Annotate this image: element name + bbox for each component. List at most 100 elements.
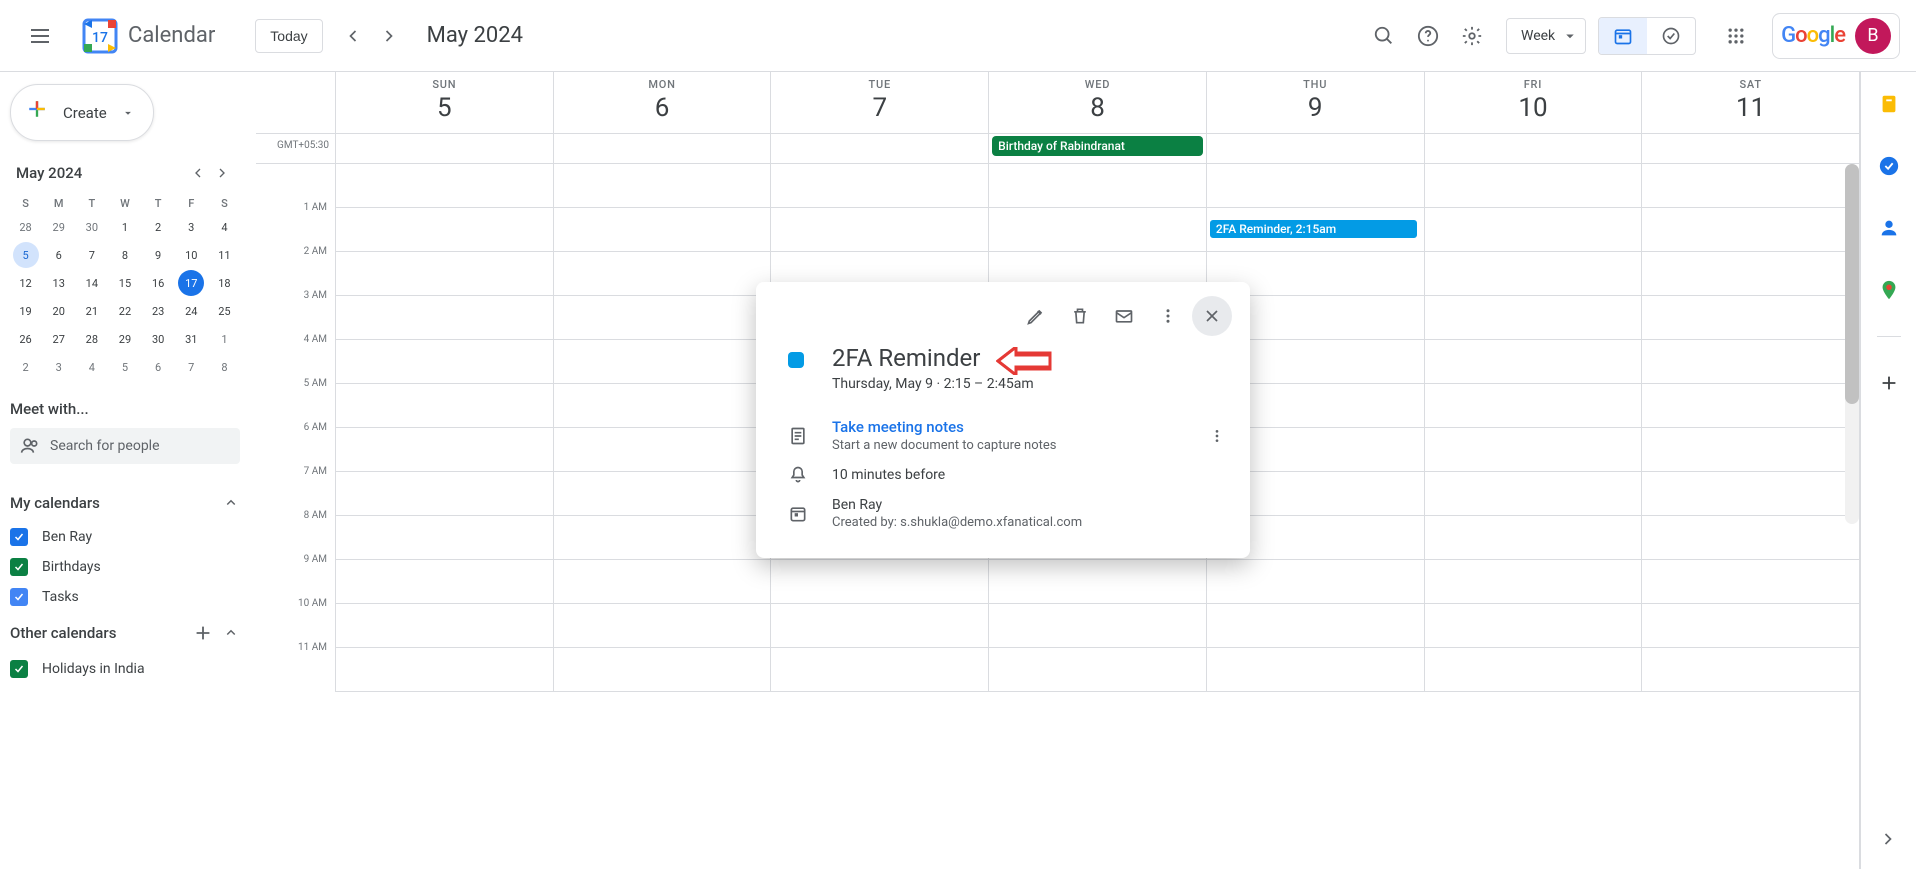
next-week-button[interactable]: [371, 18, 407, 54]
mini-cal-day[interactable]: 4: [211, 214, 237, 240]
mini-cal-day[interactable]: 6: [145, 354, 171, 380]
calendar-checkbox[interactable]: [10, 588, 28, 606]
add-addon-button[interactable]: [1869, 363, 1909, 403]
mini-cal-day[interactable]: 21: [79, 298, 105, 324]
mini-cal-day[interactable]: 16: [145, 270, 171, 296]
day-header[interactable]: MON6: [554, 72, 772, 133]
view-selector-dropdown[interactable]: Week: [1506, 18, 1586, 54]
mini-cal-day[interactable]: 24: [178, 298, 204, 324]
mini-cal-day[interactable]: 18: [211, 270, 237, 296]
allday-cell[interactable]: [336, 134, 554, 163]
mini-cal-prev-button[interactable]: [186, 161, 210, 185]
mini-cal-day[interactable]: 28: [79, 326, 105, 352]
settings-button[interactable]: [1452, 16, 1492, 56]
mini-cal-day[interactable]: 14: [79, 270, 105, 296]
google-account-box[interactable]: Google B: [1772, 13, 1900, 59]
mini-cal-day[interactable]: 2: [13, 354, 39, 380]
tasks-view-button[interactable]: [1647, 18, 1695, 54]
mini-cal-day[interactable]: 22: [112, 298, 138, 324]
search-button[interactable]: [1364, 16, 1404, 56]
mini-cal-day[interactable]: 2: [145, 214, 171, 240]
calendar-checkbox[interactable]: [10, 558, 28, 576]
calendar-item[interactable]: Birthdays: [10, 552, 240, 582]
keep-icon[interactable]: [1869, 84, 1909, 124]
mini-cal-day[interactable]: 4: [79, 354, 105, 380]
calendar-item[interactable]: Tasks: [10, 582, 240, 612]
mini-cal-day[interactable]: 10: [178, 242, 204, 268]
mini-cal-day[interactable]: 13: [46, 270, 72, 296]
calendar-event[interactable]: 2FA Reminder, 2:15am: [1209, 219, 1418, 239]
contacts-icon[interactable]: [1869, 208, 1909, 248]
mini-cal-day[interactable]: 7: [178, 354, 204, 380]
mini-cal-day[interactable]: 29: [112, 326, 138, 352]
mini-cal-day[interactable]: 17: [178, 270, 204, 296]
prev-week-button[interactable]: [335, 18, 371, 54]
calendar-item[interactable]: Holidays in India: [10, 654, 240, 684]
mini-cal-day[interactable]: 30: [79, 214, 105, 240]
day-header[interactable]: SUN5: [336, 72, 554, 133]
mini-cal-day[interactable]: 26: [13, 326, 39, 352]
mini-cal-day[interactable]: 12: [13, 270, 39, 296]
create-button[interactable]: Create: [10, 84, 154, 141]
mini-cal-day[interactable]: 5: [13, 242, 39, 268]
notes-options-button[interactable]: [1202, 428, 1232, 444]
time-column[interactable]: [336, 164, 554, 692]
allday-event[interactable]: Birthday of Rabindranat: [992, 136, 1203, 156]
mini-cal-day[interactable]: 28: [13, 214, 39, 240]
tasks-icon[interactable]: [1869, 146, 1909, 186]
calendar-checkbox[interactable]: [10, 528, 28, 546]
mini-cal-day[interactable]: 31: [178, 326, 204, 352]
time-column[interactable]: [1642, 164, 1859, 692]
allday-cell[interactable]: [1425, 134, 1643, 163]
help-button[interactable]: [1408, 16, 1448, 56]
mini-cal-day[interactable]: 6: [46, 242, 72, 268]
edit-event-button[interactable]: [1016, 296, 1056, 336]
mini-cal-day[interactable]: 3: [46, 354, 72, 380]
add-calendar-button[interactable]: [192, 622, 214, 644]
mini-cal-day[interactable]: 15: [112, 270, 138, 296]
event-options-button[interactable]: [1148, 296, 1188, 336]
mini-cal-day[interactable]: 19: [13, 298, 39, 324]
mini-cal-day[interactable]: 9: [145, 242, 171, 268]
mini-cal-day[interactable]: 1: [211, 326, 237, 352]
mini-cal-day[interactable]: 29: [46, 214, 72, 240]
day-header[interactable]: WED8: [989, 72, 1207, 133]
my-calendars-toggle[interactable]: My calendars: [10, 484, 240, 522]
day-header[interactable]: SAT11: [1642, 72, 1859, 133]
mini-cal-day[interactable]: 23: [145, 298, 171, 324]
mini-cal-day[interactable]: 1: [112, 214, 138, 240]
main-menu-button[interactable]: [16, 12, 64, 60]
allday-cell[interactable]: [771, 134, 989, 163]
time-column[interactable]: [554, 164, 772, 692]
day-header[interactable]: FRI10: [1425, 72, 1643, 133]
maps-icon[interactable]: [1869, 270, 1909, 310]
today-button[interactable]: Today: [255, 19, 322, 53]
search-people-input[interactable]: Search for people: [10, 428, 240, 464]
grid-scrollbar[interactable]: [1845, 164, 1859, 524]
allday-cell[interactable]: Birthday of Rabindranat: [989, 134, 1207, 163]
mini-cal-day[interactable]: 7: [79, 242, 105, 268]
mini-cal-day[interactable]: 8: [112, 242, 138, 268]
mini-cal-day[interactable]: 8: [211, 354, 237, 380]
time-column[interactable]: [1425, 164, 1643, 692]
delete-event-button[interactable]: [1060, 296, 1100, 336]
collapse-panel-button[interactable]: [1870, 821, 1906, 857]
day-header[interactable]: TUE7: [771, 72, 989, 133]
mini-cal-day[interactable]: 3: [178, 214, 204, 240]
mini-calendar-title[interactable]: May 2024: [16, 164, 82, 182]
allday-cell[interactable]: [1642, 134, 1859, 163]
mini-cal-day[interactable]: 27: [46, 326, 72, 352]
day-header[interactable]: THU9: [1207, 72, 1425, 133]
mini-cal-day[interactable]: 11: [211, 242, 237, 268]
google-apps-button[interactable]: [1716, 16, 1756, 56]
current-month-label[interactable]: May 2024: [427, 23, 523, 48]
mini-cal-day[interactable]: 30: [145, 326, 171, 352]
calendar-view-button[interactable]: [1599, 18, 1647, 54]
mini-cal-day[interactable]: 25: [211, 298, 237, 324]
other-calendars-toggle[interactable]: Other calendars: [10, 612, 240, 654]
calendar-item[interactable]: Ben Ray: [10, 522, 240, 552]
user-avatar[interactable]: B: [1855, 18, 1891, 54]
take-meeting-notes-link[interactable]: Take meeting notes: [832, 418, 1202, 436]
close-popup-button[interactable]: [1192, 296, 1232, 336]
mini-cal-day[interactable]: 20: [46, 298, 72, 324]
